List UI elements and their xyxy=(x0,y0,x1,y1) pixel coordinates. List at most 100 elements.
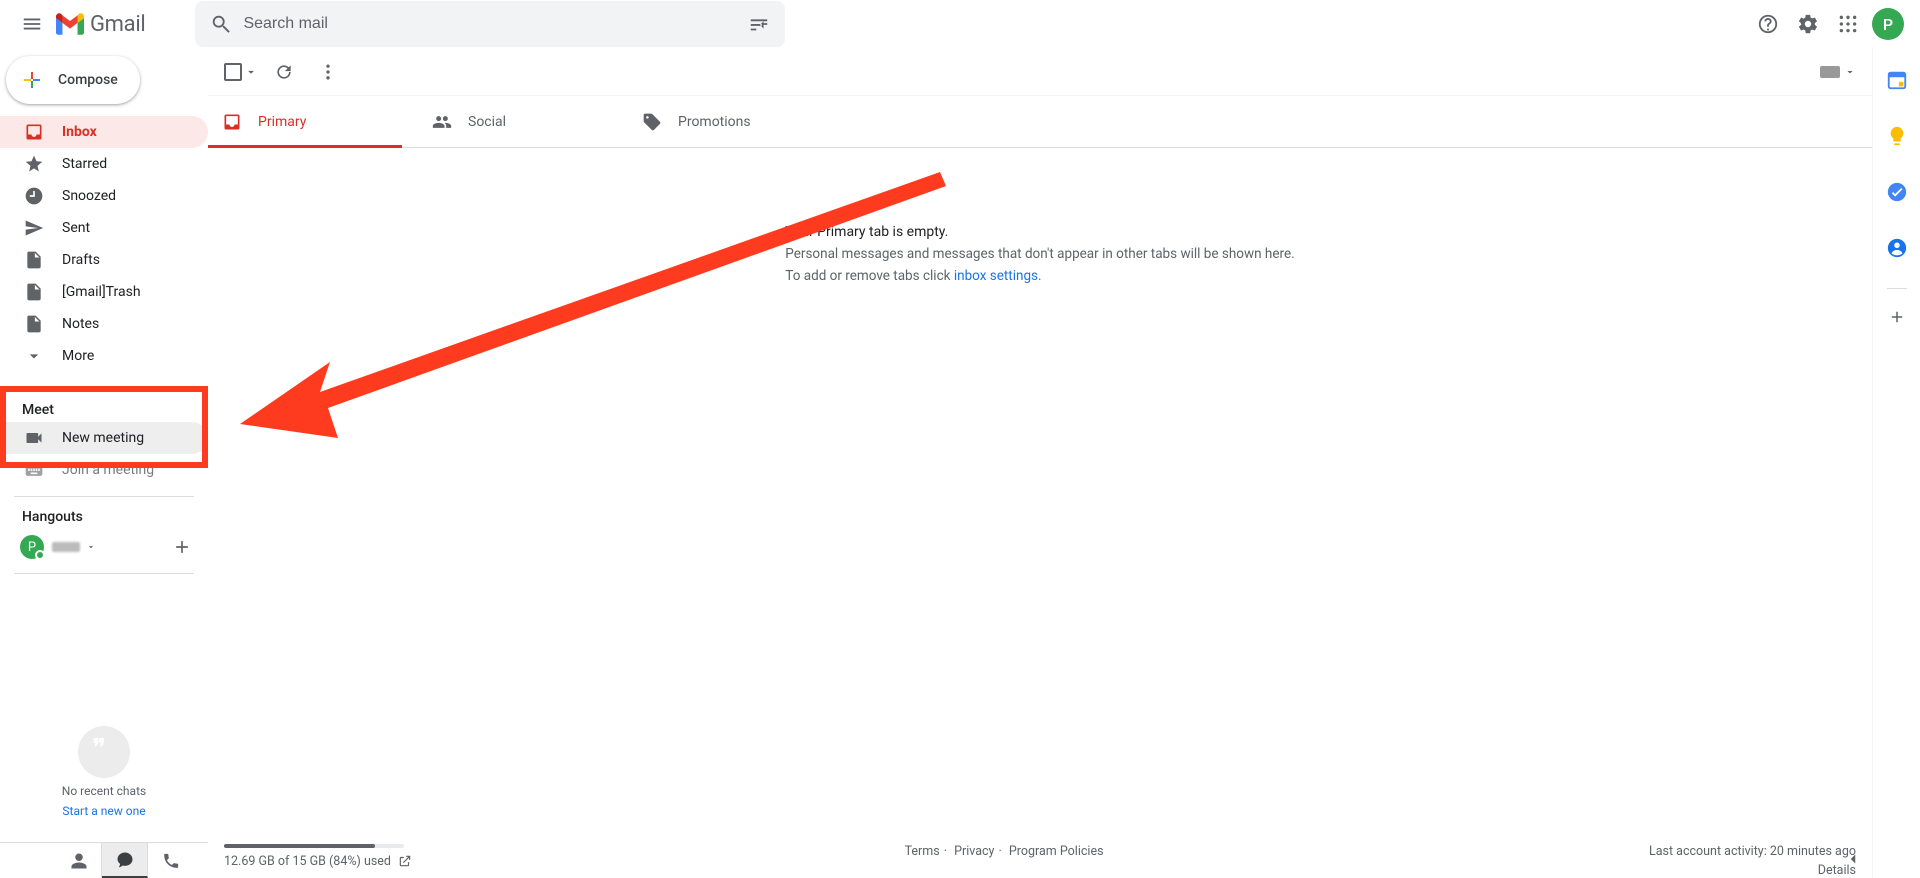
hangouts-empty-state: No recent chats Start a new one xyxy=(0,726,208,838)
tab-label: Promotions xyxy=(678,114,751,130)
sidebar-item-gmail-trash[interactable]: [Gmail]Trash xyxy=(0,276,208,308)
caret-down-icon xyxy=(244,65,258,79)
inbox-settings-link[interactable]: inbox settings xyxy=(954,268,1038,284)
tasks-icon xyxy=(1886,181,1908,203)
inbox-icon xyxy=(24,122,44,142)
tag-icon xyxy=(642,112,662,132)
meet-heading: Meet xyxy=(0,394,208,422)
footer-privacy-link[interactable]: Privacy xyxy=(954,844,994,859)
tune-icon xyxy=(748,13,770,35)
account-avatar[interactable]: P xyxy=(1872,8,1904,40)
tab-primary[interactable]: Primary xyxy=(208,96,418,147)
search-icon xyxy=(210,13,232,35)
sidebar-item-label: [Gmail]Trash xyxy=(62,284,141,300)
compose-button[interactable]: Compose xyxy=(6,56,140,104)
sidebar: Compose Inbox Starred Snoozed Sent Draft… xyxy=(0,48,208,878)
chevron-down-icon xyxy=(24,346,44,366)
sidebar-item-snoozed[interactable]: Snoozed xyxy=(0,180,208,212)
keep-addon[interactable] xyxy=(1877,116,1917,156)
no-recent-chats-label: No recent chats xyxy=(62,784,146,798)
empty-state: Your Primary tab is empty. Personal mess… xyxy=(208,148,1872,290)
caret-down-icon xyxy=(86,542,96,552)
gmail-logo-icon xyxy=(56,13,84,35)
app-name: Gmail xyxy=(90,12,145,37)
search-options-button[interactable] xyxy=(739,4,779,44)
main-menu-button[interactable] xyxy=(8,0,56,48)
sidebar-item-label: Drafts xyxy=(62,252,100,268)
search-button[interactable] xyxy=(201,4,241,44)
send-icon xyxy=(24,218,44,238)
hangouts-chats-button[interactable] xyxy=(102,843,148,878)
empty-title: Your Primary tab is empty. xyxy=(785,224,1294,240)
search-bar xyxy=(195,1,785,47)
sidebar-item-more[interactable]: More xyxy=(0,340,208,372)
empty-link-line: To add or remove tabs click inbox settin… xyxy=(785,268,1294,284)
person-icon xyxy=(70,852,88,870)
hangouts-self-row[interactable]: P xyxy=(0,531,208,563)
settings-button[interactable] xyxy=(1788,4,1828,44)
tab-label: Social xyxy=(468,114,506,130)
videocam-icon xyxy=(24,428,44,448)
get-addons-button[interactable] xyxy=(1877,297,1917,337)
open-in-new-icon[interactable] xyxy=(398,854,412,868)
search-input[interactable] xyxy=(241,14,739,34)
footer-policies-link[interactable]: Program Policies xyxy=(1009,844,1104,859)
compose-label: Compose xyxy=(58,72,118,88)
new-chat-button[interactable] xyxy=(172,537,192,557)
meet-join-meeting[interactable]: Join a meeting xyxy=(0,454,208,486)
input-tools-button[interactable] xyxy=(1820,66,1856,78)
calendar-addon[interactable] xyxy=(1877,60,1917,100)
plus-icon xyxy=(20,68,44,92)
more-actions-button[interactable] xyxy=(310,54,346,90)
sidebar-item-label: Join a meeting xyxy=(62,462,154,478)
start-new-chat-link[interactable]: Start a new one xyxy=(62,804,145,818)
hangouts-avatar: P xyxy=(20,535,44,559)
file-icon xyxy=(24,250,44,270)
sidebar-item-sent[interactable]: Sent xyxy=(0,212,208,244)
meet-new-meeting[interactable]: New meeting xyxy=(0,422,208,454)
storage-block: 12.69 GB of 15 GB (84%) used xyxy=(224,844,412,878)
keep-icon xyxy=(1886,125,1908,147)
tab-promotions[interactable]: Promotions xyxy=(628,96,838,147)
keyboard-icon xyxy=(24,460,44,480)
sidebar-item-drafts[interactable]: Drafts xyxy=(0,244,208,276)
keyboard-chip-icon xyxy=(1820,66,1840,78)
google-apps-button[interactable] xyxy=(1828,4,1868,44)
kebab-icon xyxy=(318,62,338,82)
select-all-control[interactable] xyxy=(224,63,258,81)
presence-dot xyxy=(35,550,45,560)
inbox-icon xyxy=(222,112,242,132)
footer-terms-link[interactable]: Terms xyxy=(905,844,940,859)
hangouts-heading: Hangouts xyxy=(0,501,208,529)
apps-grid-icon xyxy=(1838,14,1858,34)
star-icon xyxy=(24,154,44,174)
contacts-icon xyxy=(1886,237,1908,259)
sidebar-item-inbox[interactable]: Inbox xyxy=(0,116,208,148)
hangouts-contacts-button[interactable] xyxy=(56,843,102,878)
people-icon xyxy=(432,112,452,132)
contacts-addon[interactable] xyxy=(1877,228,1917,268)
sidebar-item-starred[interactable]: Starred xyxy=(0,148,208,180)
sidebar-item-label: Notes xyxy=(62,316,99,332)
sidebar-item-notes[interactable]: Notes xyxy=(0,308,208,340)
file-icon xyxy=(24,282,44,302)
account-details-link[interactable]: Details xyxy=(1596,863,1856,878)
tab-social[interactable]: Social xyxy=(418,96,628,147)
empty-subtitle: Personal messages and messages that don'… xyxy=(785,246,1294,262)
gmail-logo[interactable]: Gmail xyxy=(56,12,145,37)
refresh-button[interactable] xyxy=(266,54,302,90)
footer: 12.69 GB of 15 GB (84%) used Terms· Priv… xyxy=(208,836,1872,878)
hamburger-icon xyxy=(21,13,43,35)
hangouts-calls-button[interactable] xyxy=(148,843,194,878)
gear-icon xyxy=(1797,13,1819,35)
header: Gmail P xyxy=(0,0,1920,48)
tasks-addon[interactable] xyxy=(1877,172,1917,212)
sidebar-item-label: Snoozed xyxy=(62,188,116,204)
category-tabs: Primary Social Promotions xyxy=(208,96,1872,148)
tab-label: Primary xyxy=(258,114,306,130)
storage-text: 12.69 GB of 15 GB (84%) used xyxy=(224,854,391,869)
mail-toolbar xyxy=(208,48,1872,96)
side-panel-expand-button[interactable] xyxy=(1844,850,1862,872)
support-button[interactable] xyxy=(1748,4,1788,44)
refresh-icon xyxy=(274,62,294,82)
